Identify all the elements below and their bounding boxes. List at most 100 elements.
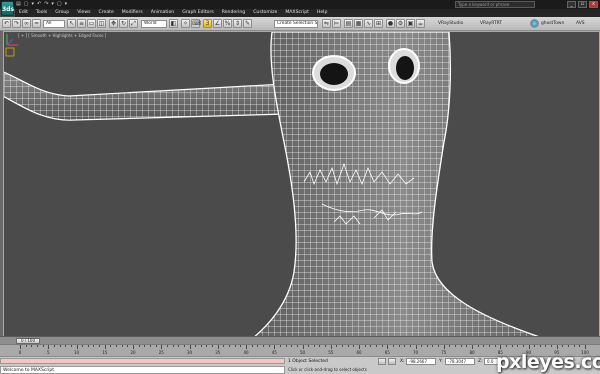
timeline-minor-tick bbox=[432, 345, 434, 347]
maxscript-mini-listener[interactable] bbox=[0, 358, 285, 364]
redo-icon[interactable]: ↷ bbox=[44, 1, 48, 8]
rendered-frame-icon[interactable]: ▣ bbox=[406, 19, 415, 28]
timeline-tick-label: 80 bbox=[469, 350, 475, 355]
timeline-minor-tick bbox=[302, 345, 304, 349]
maximize-button[interactable]: ▫ bbox=[578, 1, 587, 8]
menu-edit[interactable]: Edit bbox=[19, 9, 28, 17]
timeline-minor-tick bbox=[488, 345, 490, 347]
quick-access-toolbar: ▤ ▢ ▾ ↶ ↷ ▾ ▢ ▾ bbox=[16, 1, 67, 8]
timeline-minor-tick bbox=[274, 345, 276, 349]
spinner-snap-icon[interactable]: ⇕ bbox=[233, 19, 242, 28]
menu-modifiers[interactable]: Modifiers bbox=[122, 9, 143, 17]
schematic-view-icon[interactable]: ⊞ bbox=[374, 19, 383, 28]
select-manipulate-icon[interactable]: ✧ bbox=[181, 19, 190, 28]
save-icon[interactable]: ▢ bbox=[57, 1, 62, 8]
scale-icon[interactable]: ⤢ bbox=[129, 19, 138, 28]
menu-help[interactable]: Help bbox=[317, 9, 327, 17]
timeline-minor-tick bbox=[505, 345, 507, 347]
reference-coordinate-dropdown[interactable]: World bbox=[141, 20, 167, 28]
select-by-name-icon[interactable]: ≡ bbox=[77, 19, 86, 28]
curve-editor-icon[interactable]: ∿ bbox=[364, 19, 373, 28]
chevron-down-icon[interactable]: ▾ bbox=[65, 1, 68, 8]
y-coord-field[interactable]: -78.3047 bbox=[445, 358, 475, 365]
timeline-tick-label: 20 bbox=[130, 350, 136, 355]
menu-graph-editors[interactable]: Graph Editors bbox=[182, 9, 214, 17]
maxscript-output[interactable]: Welcome to MAXScript. bbox=[0, 366, 285, 374]
ghost-town-icon[interactable] bbox=[530, 19, 539, 28]
menu-group[interactable]: Group bbox=[55, 9, 69, 17]
lock-selection-icon[interactable] bbox=[378, 358, 386, 365]
menu-bar: Edit Tools Group Views Create Modifiers … bbox=[15, 9, 600, 17]
redo-icon[interactable]: ↷ bbox=[12, 19, 21, 28]
viewport-label[interactable]: [ + ] [ Smooth + Highlights + Edged Face… bbox=[18, 33, 106, 38]
timeline-tick-label: 65 bbox=[384, 350, 390, 355]
menu-views[interactable]: Views bbox=[77, 9, 90, 17]
menu-rendering[interactable]: Rendering bbox=[222, 9, 245, 17]
timeline-minor-tick bbox=[42, 345, 44, 347]
chevron-down-icon[interactable]: ▾ bbox=[51, 1, 54, 8]
render-icon[interactable]: ☕ bbox=[416, 19, 425, 28]
timeline-minor-tick bbox=[573, 345, 575, 347]
timeline-minor-tick bbox=[449, 345, 451, 347]
time-slider[interactable]: 0 / 100 bbox=[0, 336, 600, 344]
timeline-minor-tick bbox=[296, 345, 298, 347]
timeline-minor-tick bbox=[375, 345, 377, 347]
vray-rt-button[interactable]: VRayRTRT bbox=[480, 20, 502, 28]
align-icon[interactable]: ⊨ bbox=[332, 19, 341, 28]
prompt-line: Click or click-and-drag to select object… bbox=[288, 367, 367, 372]
pivot-icon[interactable]: ◧ bbox=[169, 19, 178, 28]
layer-manager-icon[interactable]: ▤ bbox=[344, 19, 353, 28]
undo-icon[interactable]: ↶ bbox=[2, 19, 11, 28]
open-file-icon[interactable]: ▢ bbox=[24, 1, 29, 8]
vray-studio-button[interactable]: VRayStudio bbox=[438, 20, 463, 28]
menu-animation[interactable]: Animation bbox=[151, 9, 174, 17]
timeline-tick-label: 55 bbox=[328, 350, 334, 355]
ghost-town-button[interactable]: ghostTown bbox=[541, 20, 564, 28]
timeline-minor-tick bbox=[172, 345, 174, 347]
timeline-minor-tick bbox=[166, 345, 168, 347]
move-icon[interactable]: ✥ bbox=[109, 19, 118, 28]
rect-selection-icon[interactable]: ▭ bbox=[87, 19, 96, 28]
menu-customize[interactable]: Customize bbox=[253, 9, 277, 17]
link-icon[interactable]: ∞ bbox=[22, 19, 31, 28]
percent-snap-icon[interactable]: % bbox=[223, 19, 232, 28]
named-selection-set-input[interactable]: Create Selection Se bbox=[274, 20, 318, 28]
x-coord-field[interactable]: -98.2667 bbox=[406, 358, 436, 365]
absolute-mode-icon[interactable] bbox=[388, 358, 396, 365]
window-crossing-icon[interactable]: ◫ bbox=[97, 19, 106, 28]
keyboard-shortcut-icon[interactable]: ⌨ bbox=[191, 19, 201, 28]
menu-maxscript[interactable]: MAXScript bbox=[285, 9, 309, 17]
avs-button[interactable]: AVS bbox=[576, 20, 585, 28]
graphite-ribbon-icon[interactable]: ▦ bbox=[354, 19, 363, 28]
mirror-icon[interactable]: ⇋ bbox=[322, 19, 331, 28]
material-editor-icon[interactable]: ● bbox=[386, 19, 395, 28]
selection-filter-dropdown[interactable]: All bbox=[43, 20, 65, 28]
new-file-icon[interactable]: ▤ bbox=[16, 1, 21, 8]
selection-status: 1 Object Selected bbox=[288, 359, 328, 364]
watermark-text: pxleyes.com bbox=[496, 351, 600, 373]
unlink-icon[interactable]: ≈ bbox=[32, 19, 41, 28]
minimize-button[interactable]: _ bbox=[567, 1, 576, 8]
help-search-input[interactable]: Type a keyword or phrase bbox=[455, 1, 535, 8]
timeline-minor-tick bbox=[76, 345, 78, 349]
select-object-icon[interactable]: ↖ bbox=[67, 19, 76, 28]
undo-icon[interactable]: ↶ bbox=[37, 1, 41, 8]
timeline-minor-tick bbox=[200, 345, 202, 347]
timeline-minor-tick bbox=[392, 345, 394, 347]
edit-named-selection-icon[interactable]: ✎ bbox=[243, 19, 252, 28]
render-setup-icon[interactable]: ⚙ bbox=[396, 19, 405, 28]
snap-toggle-icon[interactable]: 3 bbox=[203, 19, 212, 28]
timeline-minor-tick bbox=[206, 345, 208, 347]
timeline-minor-tick bbox=[48, 345, 50, 349]
app-menu-button[interactable]: 3ds bbox=[1, 1, 14, 16]
rotate-icon[interactable]: ↻ bbox=[119, 19, 128, 28]
timeline-minor-tick bbox=[246, 345, 247, 349]
chevron-down-icon[interactable]: ▾ bbox=[31, 1, 34, 8]
menu-tools[interactable]: Tools bbox=[36, 9, 47, 17]
perspective-viewport[interactable]: [ + ] [ Smooth + Highlights + Edged Face… bbox=[3, 31, 600, 344]
close-button[interactable]: x bbox=[589, 1, 598, 8]
menu-create[interactable]: Create bbox=[99, 9, 114, 17]
angle-snap-icon[interactable]: ∠ bbox=[213, 19, 222, 28]
timeline-minor-tick bbox=[308, 345, 310, 347]
timeline-minor-tick bbox=[568, 345, 570, 347]
